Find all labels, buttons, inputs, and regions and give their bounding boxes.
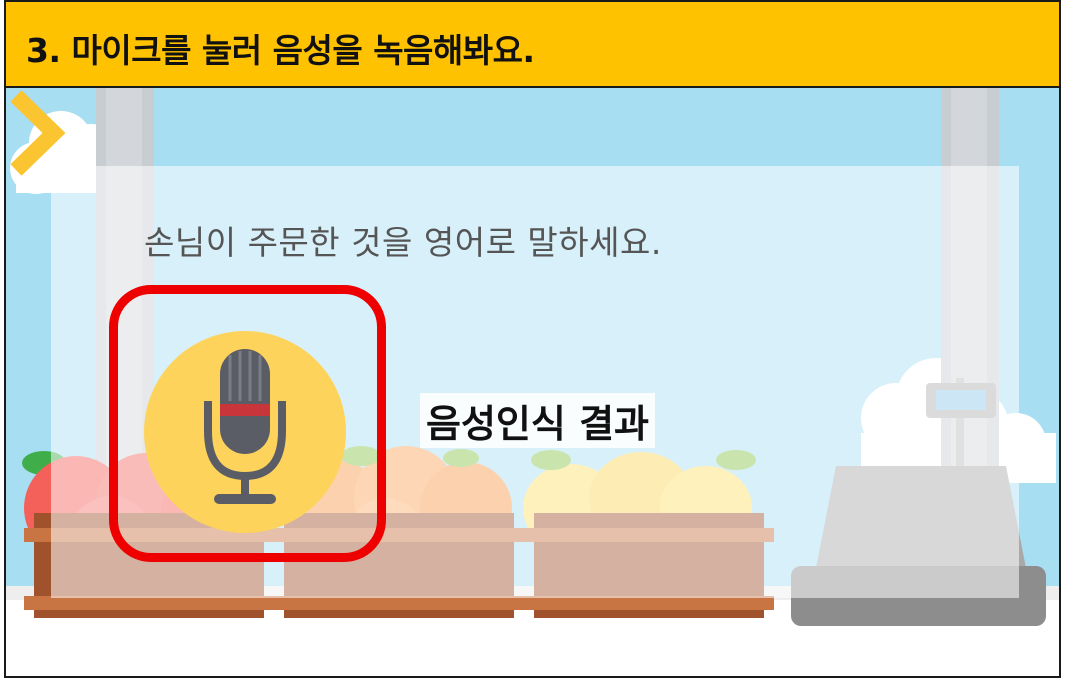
game-scene: 손님이 주문한 것을 영어로 말하세요. 음성인식 결과	[6, 88, 1059, 676]
step-title: 3. 마이크를 눌러 음성을 녹음해봐요.	[26, 31, 535, 70]
step-header: 3. 마이크를 눌러 음성을 녹음해봐요.	[4, 0, 1061, 88]
speech-result-label: 음성인식 결과	[420, 393, 655, 448]
instruction-text: 손님이 주문한 것을 영어로 말하세요.	[144, 223, 662, 262]
record-mic-button[interactable]	[144, 331, 346, 533]
chevron-right-icon[interactable]	[6, 88, 66, 178]
microphone-icon	[204, 349, 286, 504]
